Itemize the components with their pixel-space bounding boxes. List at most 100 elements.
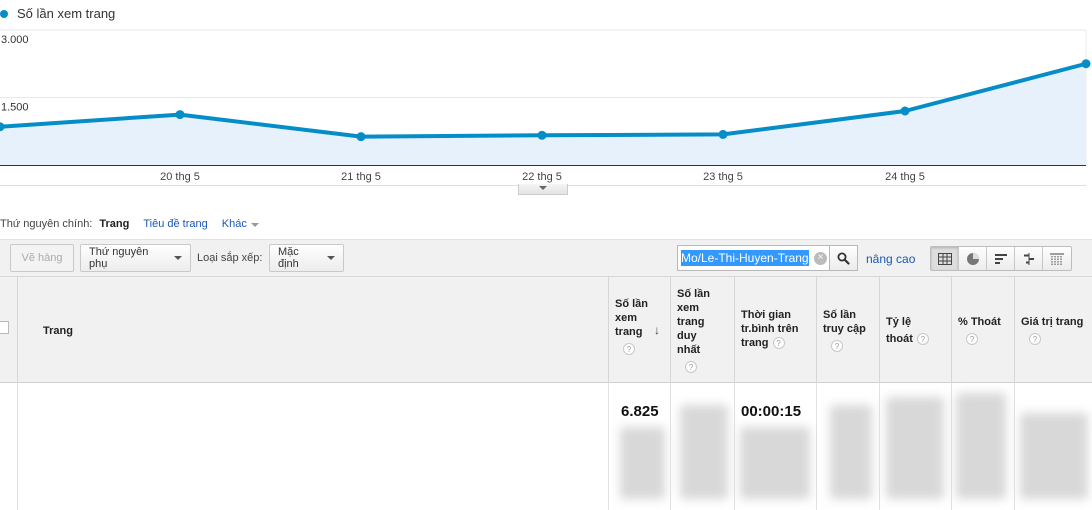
x-tick-label: 23 thg 5: [703, 171, 743, 183]
chart-svg: 3.000 1.500 20 thg 5 21 thg 5 22 thg 5 23 thg…: [0, 29, 1091, 186]
total-avg-time: 00:00:15: [741, 403, 802, 420]
column-avg-time-line1: Thời gian: [741, 309, 791, 321]
y-tick-label: 1.500: [1, 102, 29, 114]
column-entrances[interactable]: Số lần truy cập ?: [816, 277, 879, 383]
table-view-toggle: [930, 246, 1072, 271]
clear-icon[interactable]: ×: [814, 251, 827, 265]
advanced-filter-link[interactable]: nâng cao: [866, 252, 915, 266]
view-comparison-button[interactable]: [1015, 247, 1043, 270]
dimension-page[interactable]: Trang: [99, 218, 129, 230]
help-icon[interactable]: ?: [831, 340, 843, 353]
blurred-bounce-values: [886, 397, 944, 499]
view-pivot-button[interactable]: [1043, 247, 1071, 270]
column-divider: [17, 383, 18, 510]
column-bounce-line2: thoát: [886, 333, 913, 345]
total-pageviews: 6.825: [621, 403, 659, 420]
caret-down-icon: [327, 256, 335, 260]
help-icon[interactable]: ?: [772, 337, 785, 350]
select-all-checkbox[interactable]: [0, 321, 9, 334]
view-performance-button[interactable]: [987, 247, 1015, 270]
plot-rows-label: Vẽ hàng: [21, 252, 63, 264]
column-divider: [734, 383, 735, 510]
column-unique-line1: Số lần: [677, 288, 711, 300]
column-exit-rate[interactable]: % Thoát ?: [951, 277, 1014, 383]
column-value-label: Giá trị trang: [1021, 316, 1084, 328]
column-divider: [1014, 383, 1015, 510]
column-page[interactable]: Trang: [17, 277, 608, 383]
table-toolbar: Vẽ hàng Thứ nguyên phụ Loại sắp xếp: Mặc…: [0, 239, 1092, 277]
column-avg-time-line3: trang: [741, 337, 769, 349]
column-avg-time-line2: tr.bình trên: [741, 323, 799, 335]
column-bounce-rate[interactable]: Tỷ lệ thoát?: [879, 277, 951, 383]
blurred-avg-time-detail: [740, 427, 810, 499]
dimension-page-title[interactable]: Tiêu đề trang: [143, 218, 207, 230]
help-icon[interactable]: ?: [966, 333, 978, 346]
secondary-dimension-dropdown[interactable]: Thứ nguyên phụ: [80, 244, 191, 272]
blurred-exit-values: [956, 393, 1006, 499]
data-point: [175, 110, 185, 120]
plot-rows-button[interactable]: Vẽ hàng: [10, 244, 74, 272]
column-page-label: Trang: [43, 325, 73, 337]
secondary-dimension-label: Thứ nguyên phụ: [89, 246, 149, 270]
search-input-value: Mo/Le-Thi-Huyen-Trang: [681, 250, 809, 266]
search-button[interactable]: [829, 245, 858, 271]
primary-dimension-bar: Thứ nguyên chính: Trang Tiêu đề trang Kh…: [0, 218, 259, 230]
data-point: [356, 132, 366, 142]
help-icon[interactable]: ?: [1029, 333, 1041, 346]
dimension-more-dropdown[interactable]: Khác: [222, 218, 259, 230]
line-chart: 3.000 1.500 20 thg 5 21 thg 5 22 thg 5 23 thg…: [0, 0, 1092, 200]
caret-down-icon: [250, 222, 259, 227]
column-unique-pageviews[interactable]: Số lần xem trang duy nhất ?: [670, 277, 734, 383]
column-divider: [951, 383, 952, 510]
x-tick-label: 24 thg 5: [885, 171, 925, 183]
column-divider: [608, 383, 609, 510]
x-tick-label: 22 thg 5: [522, 171, 562, 183]
blurred-pageviews-detail: [620, 427, 665, 499]
analytics-report: 3.000 1.500 20 thg 5 21 thg 5 22 thg 5 23 thg…: [0, 0, 1092, 510]
column-avg-time[interactable]: Thời gian tr.bình trên trang?: [734, 277, 816, 383]
table-search-input[interactable]: Mo/Le-Thi-Huyen-Trang ×: [677, 245, 830, 271]
x-tick-label: 20 thg 5: [160, 171, 200, 183]
pivot-icon: [1050, 253, 1064, 265]
help-icon[interactable]: ?: [916, 333, 929, 346]
view-pie-button[interactable]: [959, 247, 987, 270]
sort-descending-icon: ↓: [654, 323, 660, 337]
select-column: [0, 277, 17, 383]
caret-down-icon: [539, 186, 547, 190]
chart-legend: Số lần xem trang: [0, 6, 115, 21]
help-icon[interactable]: ?: [685, 361, 697, 374]
chart-collapse-button[interactable]: [518, 184, 568, 195]
column-page-value[interactable]: Giá trị trang ?: [1014, 277, 1092, 383]
column-unique-line4: duy: [677, 330, 697, 342]
search-icon: [837, 252, 850, 265]
sort-type-label: Loại sắp xếp:: [197, 252, 263, 264]
column-unique-line5: nhất: [677, 344, 701, 356]
column-unique-line3: trang: [677, 316, 705, 328]
caret-down-icon: [174, 256, 182, 260]
x-tick-label: 21 thg 5: [341, 171, 381, 183]
data-point: [718, 129, 728, 139]
pie-chart-icon: [966, 252, 979, 265]
column-divider: [670, 383, 671, 510]
column-exit-label: % Thoát: [958, 316, 1001, 328]
data-point: [1081, 59, 1091, 69]
sort-type-value: Mặc định: [278, 246, 299, 270]
blurred-value-values: [1020, 413, 1088, 499]
y-tick-label: 3.000: [1, 34, 29, 46]
primary-dimension-label: Thứ nguyên chính:: [0, 218, 93, 230]
comparison-icon: [1023, 252, 1034, 265]
column-pageviews[interactable]: Số lần xem trang ? ↓: [608, 277, 670, 383]
help-icon[interactable]: ?: [623, 343, 635, 356]
blurred-unique-values: [680, 405, 728, 499]
table-totals-row: 6.825 00:00:15: [0, 383, 1092, 510]
column-bounce-line1: Tỷ lệ: [886, 316, 912, 328]
sort-type-dropdown[interactable]: Mặc định: [269, 244, 344, 272]
bar-list-icon: [994, 253, 1007, 264]
column-divider: [879, 383, 880, 510]
data-point: [900, 106, 910, 116]
grid-icon: [937, 252, 952, 265]
column-pageviews-line1: Số lần: [615, 298, 649, 310]
dimension-more-label: Khác: [221, 218, 247, 230]
view-table-button[interactable]: [931, 247, 959, 270]
legend-label: Số lần xem trang: [17, 6, 116, 21]
